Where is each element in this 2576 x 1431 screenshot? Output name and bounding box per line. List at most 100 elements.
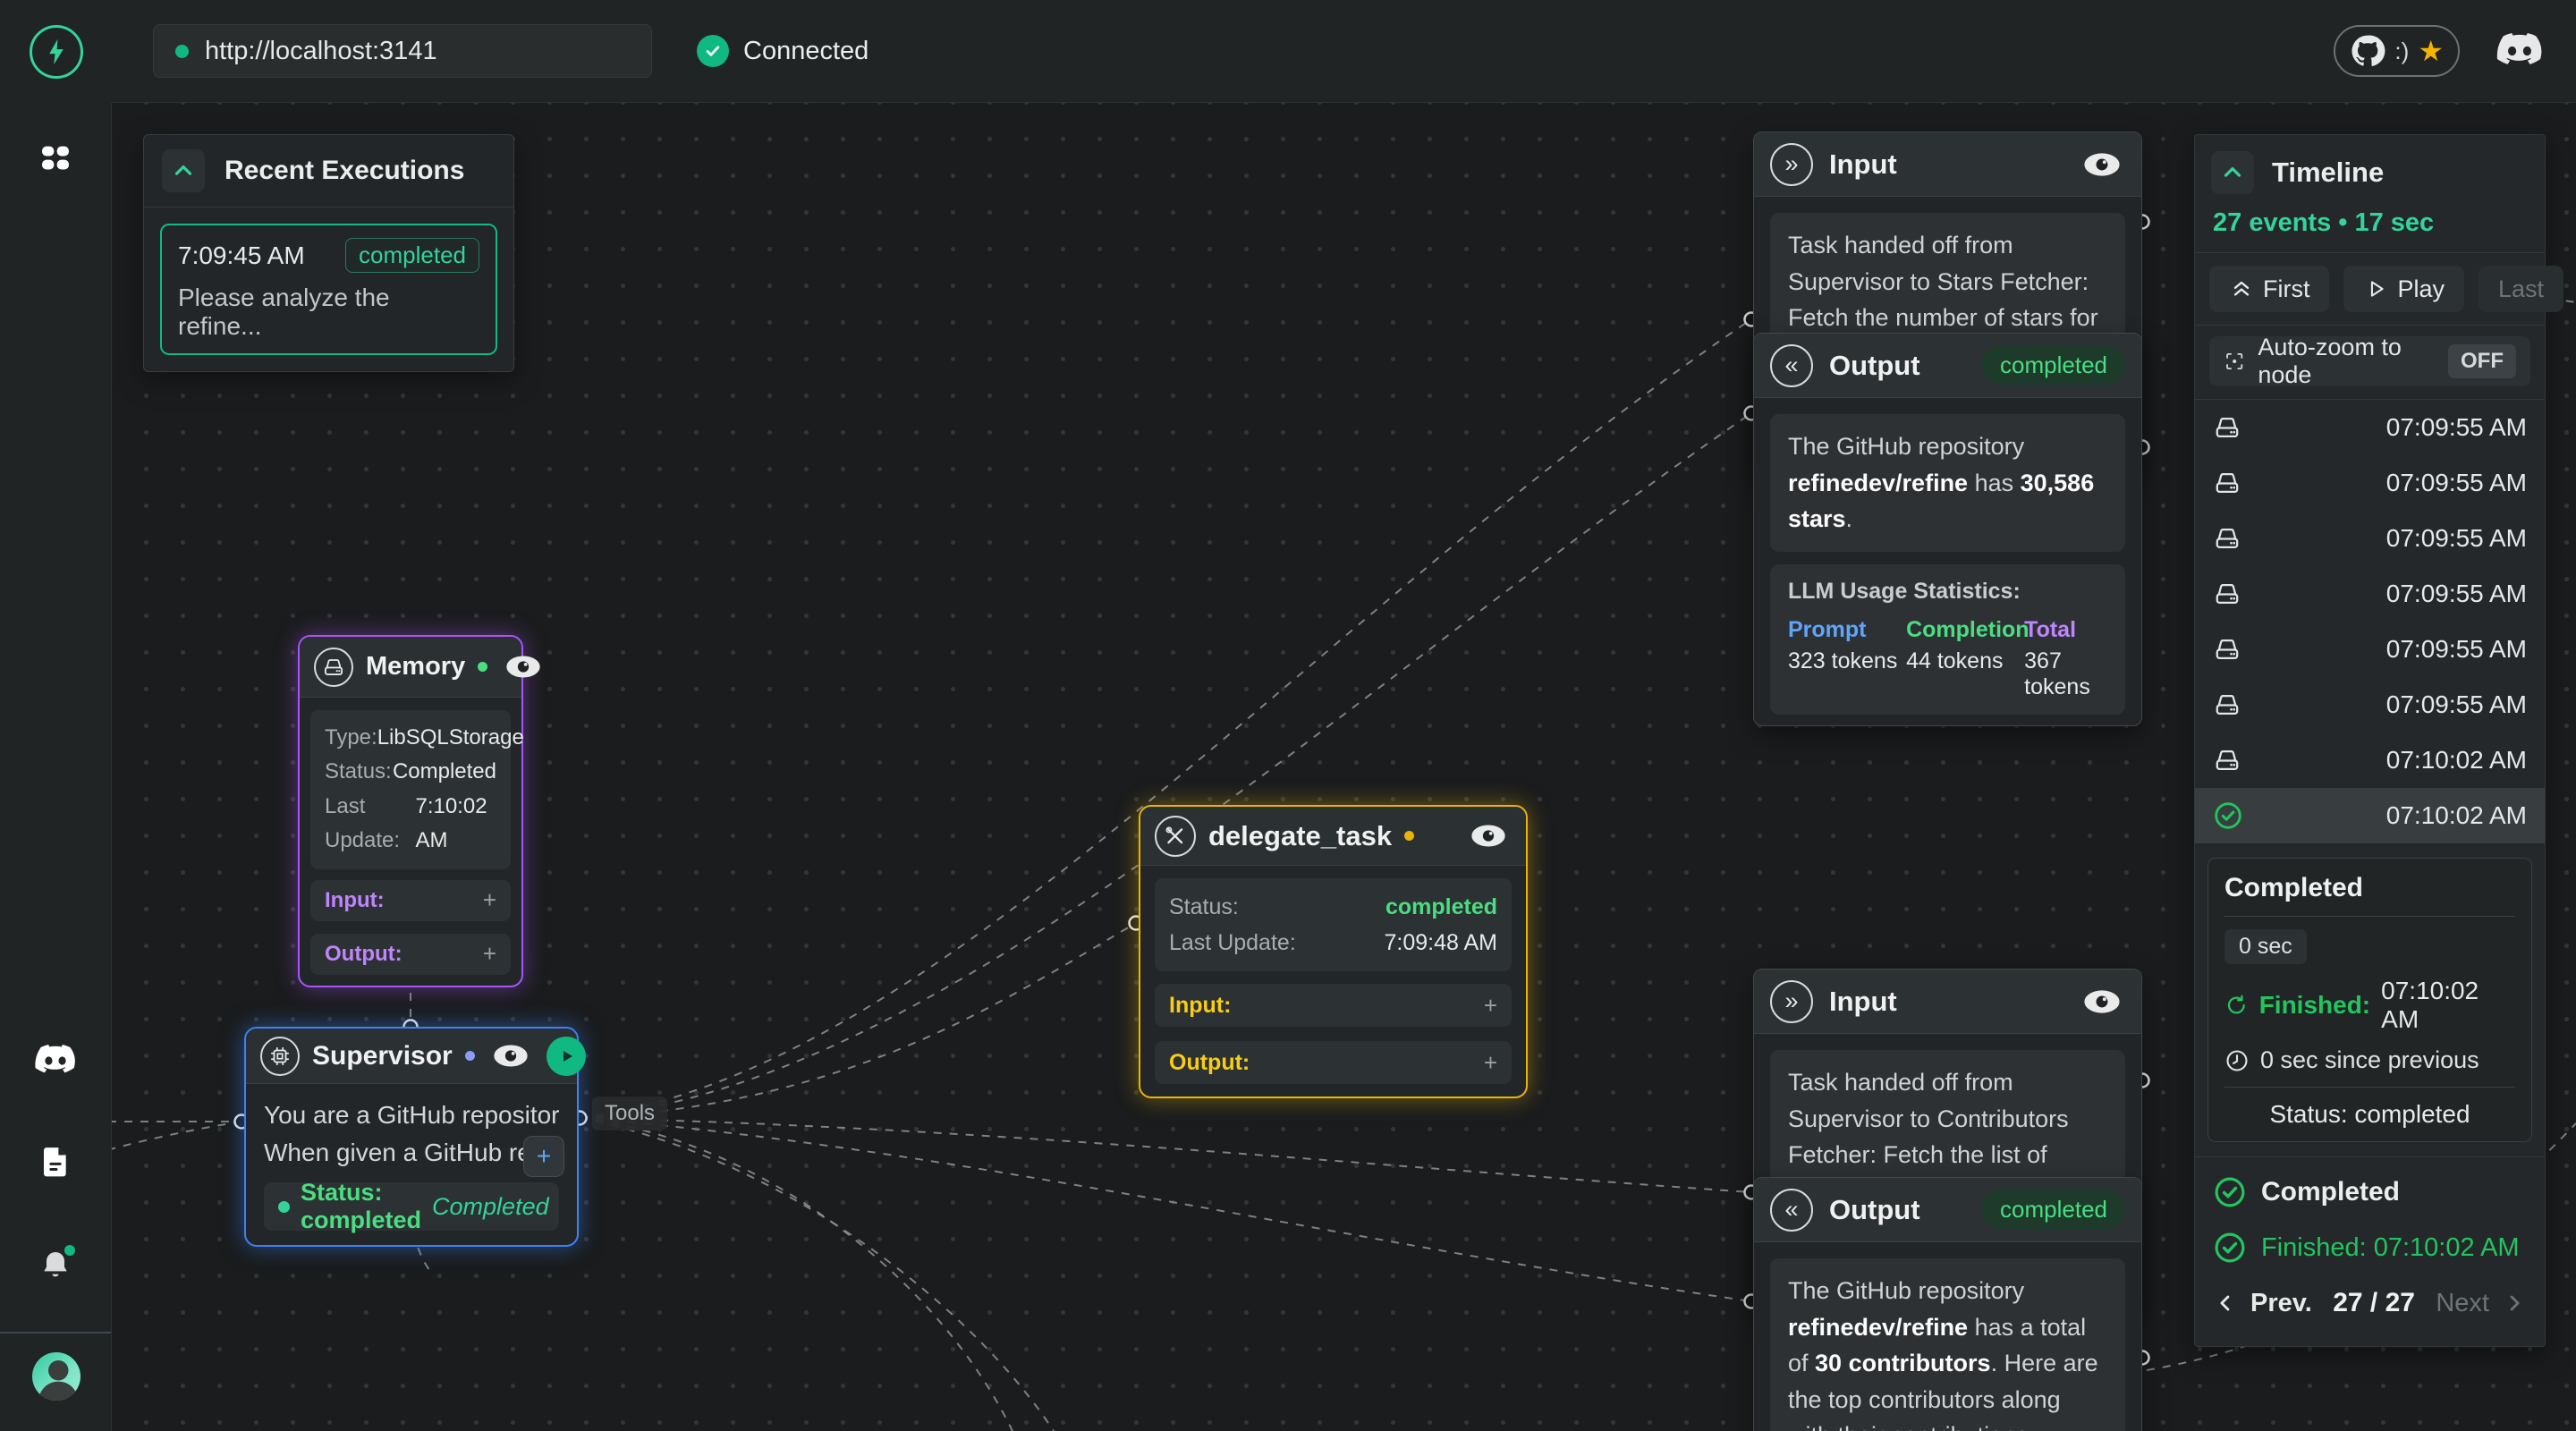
server-url: http://localhost:3141 bbox=[205, 37, 437, 66]
memory-input-expander[interactable]: Input: + bbox=[310, 880, 511, 921]
server-url-input[interactable]: http://localhost:3141 bbox=[153, 24, 652, 78]
timeline-event[interactable]: 07:09:55 AM bbox=[2195, 400, 2545, 455]
memory-eye-icon[interactable] bbox=[500, 652, 547, 682]
page-indicator: 27 / 27 bbox=[2319, 1288, 2429, 1318]
server-status-dot bbox=[175, 45, 189, 58]
timeline-event[interactable]: 07:10:02 AM bbox=[2195, 732, 2545, 788]
sidebar-divider bbox=[0, 1332, 111, 1334]
completed-event-icon bbox=[2213, 800, 2243, 831]
github-icon bbox=[2350, 33, 2385, 69]
output-status-badge: completed bbox=[1982, 1190, 2125, 1229]
recent-executions-panel: Recent Executions 7:09:45 AM completed P… bbox=[143, 134, 514, 372]
memory-event-icon bbox=[2213, 746, 2241, 775]
supervisor-status-dot bbox=[465, 1051, 475, 1061]
usage-completion: Completion 44 tokens bbox=[1906, 617, 2024, 700]
llm-usage-box: LLM Usage Statistics: Prompt 323 tokens … bbox=[1770, 564, 2125, 715]
timeline-event[interactable]: 07:09:55 AM bbox=[2195, 455, 2545, 511]
output-icon: « bbox=[1770, 344, 1813, 387]
notifications-bell-icon[interactable] bbox=[38, 1248, 73, 1283]
supervisor-instructions-line2: When given a GitHub repository URL o bbox=[264, 1134, 559, 1172]
collapse-recent-button[interactable] bbox=[162, 149, 205, 192]
plus-icon: + bbox=[483, 886, 496, 914]
connected-label: Connected bbox=[743, 37, 869, 66]
input-icon: » bbox=[1770, 980, 1813, 1023]
focus-icon bbox=[2224, 349, 2245, 374]
input-icon: » bbox=[1770, 143, 1813, 186]
next-button[interactable]: Next bbox=[2436, 1289, 2527, 1318]
notification-dot bbox=[63, 1243, 77, 1257]
usage-total: Total 367 tokens bbox=[2024, 617, 2107, 700]
app-logo[interactable] bbox=[0, 0, 112, 103]
memory-output-expander[interactable]: Output: + bbox=[310, 934, 511, 975]
timeline-event[interactable]: 07:09:55 AM bbox=[2195, 677, 2545, 732]
delegate-task-node[interactable]: delegate_task Status:completed Last Upda… bbox=[1139, 805, 1528, 1098]
first-button[interactable]: First bbox=[2209, 266, 2329, 312]
delegate-eye-icon[interactable] bbox=[1465, 821, 1512, 851]
stars-output-card: « Output completed The GitHub repository… bbox=[1753, 333, 2142, 726]
supervisor-agent-icon bbox=[260, 1037, 300, 1076]
input-eye-icon[interactable] bbox=[2079, 986, 2125, 1017]
timeline-panel: Timeline 27 events • 17 sec First Play L… bbox=[2194, 134, 2546, 1347]
timeline-summary: 27 events • 17 sec bbox=[2213, 208, 2529, 238]
output-icon: « bbox=[1770, 1189, 1813, 1232]
event-detail-title: Completed bbox=[2224, 873, 2515, 903]
plus-icon: + bbox=[1484, 992, 1497, 1020]
execution-time: 7:09:45 AM bbox=[178, 241, 305, 270]
supervisor-run-button[interactable] bbox=[547, 1037, 586, 1076]
connected-check-icon bbox=[697, 35, 729, 67]
output-title: Output bbox=[1829, 350, 1920, 382]
event-duration-badge: 0 sec bbox=[2224, 929, 2307, 964]
supervisor-node-title: Supervisor bbox=[312, 1041, 453, 1071]
status-dot bbox=[278, 1201, 290, 1213]
last-button[interactable]: Last bbox=[2479, 266, 2563, 312]
memory-node[interactable]: Memory Type:LibSQLStorage Status:Complet… bbox=[298, 635, 523, 987]
user-avatar[interactable] bbox=[32, 1352, 80, 1401]
docs-icon[interactable] bbox=[38, 1144, 73, 1180]
timeline-event[interactable]: 07:09:55 AM bbox=[2195, 511, 2545, 566]
memory-event-icon bbox=[2213, 469, 2241, 497]
execution-preview: Please analyze the refine... bbox=[178, 284, 479, 341]
supervisor-eye-icon[interactable] bbox=[487, 1041, 534, 1071]
supervisor-status-bar: Status: completed Completed bbox=[264, 1182, 559, 1231]
tool-node-icon bbox=[1155, 816, 1196, 857]
output-text: The GitHub repository refinedev/refine h… bbox=[1770, 414, 2125, 552]
prev-button[interactable]: Prev. bbox=[2213, 1289, 2312, 1318]
execution-status-badge: completed bbox=[345, 238, 479, 273]
collapse-timeline-button[interactable] bbox=[2211, 151, 2254, 194]
delegate-output-expander[interactable]: Output: + bbox=[1155, 1041, 1512, 1084]
input-eye-icon[interactable] bbox=[2079, 149, 2125, 180]
delegate-input-expander[interactable]: Input: + bbox=[1155, 984, 1512, 1027]
apps-grid-icon[interactable] bbox=[38, 140, 73, 176]
auto-zoom-toggle[interactable]: Auto-zoom to node OFF bbox=[2209, 336, 2530, 386]
supervisor-instructions-line1: You are a GitHub repository analyzer. bbox=[264, 1097, 559, 1134]
delegate-status-dot bbox=[1404, 831, 1414, 841]
event-detail-card: Completed 0 sec Finished: 07:10:02 AM 0 … bbox=[2207, 858, 2532, 1142]
auto-zoom-state: OFF bbox=[2448, 344, 2516, 378]
memory-event-icon bbox=[2213, 635, 2241, 664]
supervisor-node[interactable]: Supervisor You are a GitHub repository a… bbox=[244, 1027, 579, 1247]
input-title: Input bbox=[1829, 986, 1897, 1018]
timeline-event[interactable]: 07:09:55 AM bbox=[2195, 566, 2545, 622]
plus-icon: + bbox=[483, 940, 496, 968]
github-smiley: :) bbox=[2394, 38, 2409, 65]
discord-sidebar-icon[interactable] bbox=[34, 1044, 77, 1078]
memory-event-icon bbox=[2213, 580, 2241, 608]
plus-icon: + bbox=[1484, 1049, 1497, 1077]
output-status-badge: completed bbox=[1982, 346, 2125, 385]
play-button[interactable]: Play bbox=[2343, 266, 2464, 312]
timeline-event[interactable]: 07:09:55 AM bbox=[2195, 622, 2545, 677]
footer-completed-label: Completed bbox=[2261, 1177, 2400, 1207]
delegate-info: Status:completed Last Update:7:09:48 AM bbox=[1155, 878, 1512, 971]
timeline-event-selected[interactable]: 07:10:02 AM bbox=[2195, 788, 2545, 843]
supervisor-expand-button[interactable]: + bbox=[523, 1136, 564, 1177]
left-sidebar bbox=[0, 103, 112, 1431]
discord-button[interactable] bbox=[2496, 32, 2544, 70]
github-star-button[interactable]: :) ★ bbox=[2334, 25, 2460, 77]
execution-item[interactable]: 7:09:45 AM completed Please analyze the … bbox=[160, 224, 497, 355]
usage-prompt: Prompt 323 tokens bbox=[1788, 617, 1906, 700]
voltagent-logo-icon bbox=[30, 25, 83, 79]
contributors-output-card: « Output completed The GitHub repository… bbox=[1753, 1177, 2142, 1431]
top-bar: http://localhost:3141 Connected :) ★ bbox=[112, 0, 2576, 103]
memory-node-title: Memory bbox=[366, 652, 465, 682]
delegate-task-title: delegate_task bbox=[1208, 820, 1392, 852]
